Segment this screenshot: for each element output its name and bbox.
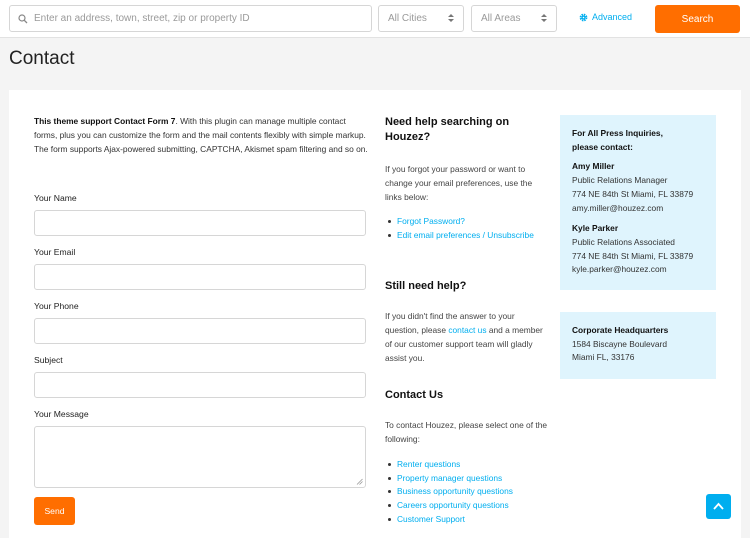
contact-address: 774 NE 84th St Miami, FL 33879 <box>572 250 694 261</box>
back-to-top-button[interactable] <box>706 494 731 519</box>
message-label: Your Message <box>34 409 89 419</box>
list-item: Property manager questions <box>385 472 547 486</box>
email-field[interactable] <box>34 264 366 290</box>
email-preferences-link[interactable]: Edit email preferences / Unsubscribe <box>397 230 534 240</box>
contact-role: Public Relations Manager <box>572 175 668 186</box>
subject-field[interactable] <box>34 372 366 398</box>
contact-name: Amy Miller <box>572 161 615 172</box>
press-heading-line2: please contact: <box>572 141 633 152</box>
forgot-password-link[interactable]: Forgot Password? <box>397 216 465 226</box>
hq-info-box: Corporate Headquarters 1584 Biscayne Bou… <box>560 312 716 379</box>
press-heading-line1: For All Press Inquiries, <box>572 128 663 138</box>
search-icon <box>18 14 28 24</box>
still-help-heading: Still need help? <box>385 280 467 292</box>
updown-arrow-icon <box>448 14 454 22</box>
updown-arrow-icon <box>541 14 547 22</box>
list-item: Renter questions <box>385 458 547 472</box>
name-field[interactable] <box>34 210 366 236</box>
contact-us-text: To contact Houzez, please select one of … <box>385 420 548 444</box>
advanced-label: Advanced <box>592 12 633 22</box>
list-item: Careers opportunity questions <box>385 499 547 513</box>
subject-label: Subject <box>34 355 63 365</box>
contact-address: 774 NE 84th St Miami, FL 33879 <box>572 188 694 199</box>
contact-role: Public Relations Associated <box>572 236 675 247</box>
page-title: Contact <box>9 48 75 69</box>
search-button[interactable]: Search <box>655 5 740 33</box>
still-help-text: If you didn't find the answer to your qu… <box>385 309 547 365</box>
hq-city: Miami FL, 33176 <box>572 352 635 363</box>
help-heading: Need help searching on Houzez? <box>385 116 510 143</box>
contact-email: kyle.parker@houzez.com <box>572 264 667 275</box>
email-label: Your Email <box>34 247 76 257</box>
cities-select-label: All Cities <box>388 13 427 24</box>
search-box[interactable] <box>9 5 372 32</box>
contact-us-links: Renter questions Property manager questi… <box>385 458 547 527</box>
send-button[interactable]: Send <box>34 497 75 525</box>
contact-email: amy.miller@houzez.com <box>572 202 664 213</box>
message-field[interactable] <box>34 426 366 488</box>
gear-icon <box>579 13 588 21</box>
renter-questions-link[interactable]: Renter questions <box>397 459 460 469</box>
hq-street: 1584 Biscayne Boulevard <box>572 338 667 349</box>
content-card: This theme support Contact Form 7. With … <box>9 90 741 538</box>
customer-support-link[interactable]: Customer Support <box>397 514 465 524</box>
form-intro-bold: This theme support Contact Form 7 <box>34 116 176 126</box>
list-item: Forgot Password? <box>385 215 547 229</box>
contact-us-heading: Contact Us <box>385 389 444 401</box>
list-item: Customer Support <box>385 513 547 527</box>
areas-select[interactable]: All Areas <box>471 5 557 32</box>
contact-name: Kyle Parker <box>572 223 619 234</box>
careers-opportunity-link[interactable]: Careers opportunity questions <box>397 500 509 510</box>
cities-select[interactable]: All Cities <box>378 5 464 32</box>
form-intro: This theme support Contact Form 7. With … <box>34 114 369 156</box>
press-info-box: For All Press Inquiries, please contact:… <box>560 115 716 290</box>
business-opportunity-link[interactable]: Business opportunity questions <box>397 486 513 496</box>
areas-select-label: All Areas <box>481 13 521 24</box>
hq-heading: Corporate Headquarters <box>572 325 669 335</box>
advanced-search-link[interactable]: Advanced <box>579 12 632 22</box>
help-text: If you forgot your password or want to c… <box>385 164 533 202</box>
list-item: Edit email preferences / Unsubscribe <box>385 229 547 243</box>
help-links: Forgot Password? Edit email preferences … <box>385 215 547 242</box>
resize-grip-icon[interactable] <box>356 478 363 485</box>
search-input[interactable] <box>34 7 364 30</box>
phone-label: Your Phone <box>34 301 79 311</box>
property-manager-link[interactable]: Property manager questions <box>397 473 502 483</box>
phone-field[interactable] <box>34 318 366 344</box>
list-item: Business opportunity questions <box>385 485 547 499</box>
search-bar: All Cities All Areas Advanced Search <box>0 0 750 38</box>
contact-us-link[interactable]: contact us <box>448 325 486 335</box>
name-label: Your Name <box>34 193 77 203</box>
chevron-up-icon <box>713 502 724 510</box>
